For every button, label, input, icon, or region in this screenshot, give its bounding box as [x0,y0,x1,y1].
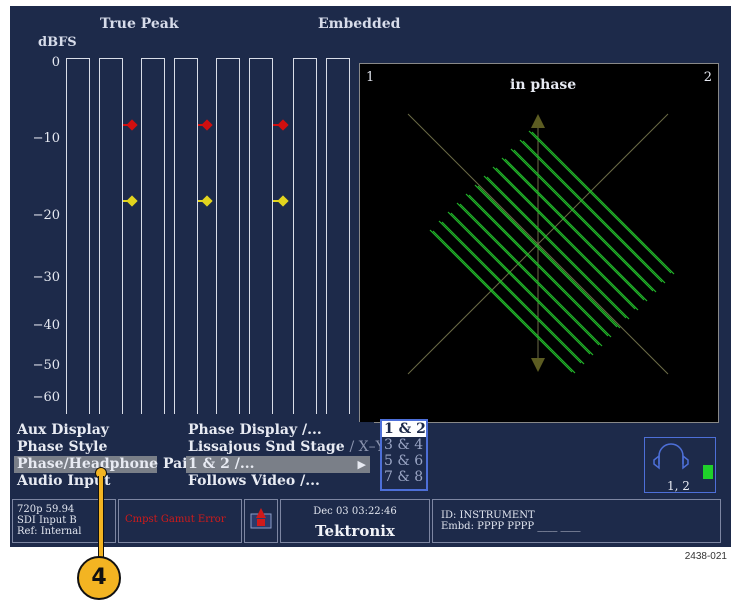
status-datetime: Dec 03 03:22:46 [313,506,397,517]
pair-option-1-2[interactable]: 1 & 2 [382,421,426,437]
lissajous-stroke [456,202,600,346]
menu-follows-video-value[interactable]: Follows Video /... [186,473,374,490]
lissajous-stroke [441,221,585,365]
menu-phase-headphone-pair[interactable]: Phase/Headphone Pair [14,456,195,473]
axis-arrow-down [531,358,545,372]
headphone-pair-label: 1, 2 [667,479,690,493]
pair-option-3-4[interactable]: 3 & 4 [382,437,426,453]
lissajous-stroke [459,203,603,347]
lissajous-stroke [429,229,573,373]
menu-audio-input[interactable]: Audio Input [14,473,174,490]
lissajous-stroke [483,175,627,319]
axis-arrow-up [531,114,545,128]
lissajous-stroke [495,167,639,311]
lissajous-stroke [528,130,672,274]
menu-column-1: Aux Display Phase Style Phase/Headphone … [14,422,195,490]
callout-leader-line [98,476,104,558]
lissajous-stroke [531,131,675,275]
lissajous-stroke [447,211,591,355]
headphone-indicator: 1, 2 [644,437,716,493]
meter-bar-3 [141,58,165,414]
menu-phase-display-value[interactable]: Phase Display /... [186,422,374,439]
lissajous-stroke [438,220,582,364]
lissajous-stroke [465,193,609,337]
menu-aux-display[interactable]: Aux Display [14,422,174,439]
menu-lissajous-label: Lissajous Snd Stage [188,439,345,455]
y-tick-40: −40 [32,318,60,333]
callout-badge: 4 [77,556,121,600]
lissajous-stroke [519,139,663,283]
lissajous-stroke [510,148,654,292]
y-tick-60: −60 [32,390,60,405]
lissajous-stroke [522,140,666,284]
y-tick-50: −50 [32,358,60,373]
lissajous-stroke [513,149,657,293]
embedded-header: Embedded [318,16,401,32]
y-tick-20: −20 [32,208,60,223]
status-error-panel: Cmpst Gamut Error [118,499,242,543]
pair-select-list: 1 & 2 3 & 4 5 & 6 7 & 8 [380,419,428,491]
meter-bar-7 [293,58,317,414]
lissajous-stroke [432,230,576,374]
lissajous-stroke [468,194,612,338]
menu-phase-style[interactable]: Phase Style [14,439,174,456]
pair-option-7-8[interactable]: 7 & 8 [382,469,426,485]
lissajous-stroke [486,176,630,320]
true-peak-header: True Peak [100,16,179,32]
y-tick-10: −10 [32,131,60,146]
submenu-arrow-icon: ▶ [357,458,366,471]
tektronix-logo: Tektronix [315,522,395,540]
menu-column-2: Phase Display /... Lissajous Snd Stage /… [186,422,385,490]
figure-code: 2438-021 [684,551,727,562]
status-id-panel: ID: INSTRUMENT Embd: PPPP PPPP ____ ____ [432,499,721,543]
menu-lissajous-value[interactable]: Lissajous Snd Stage / X–Y [186,439,385,456]
status-clock-panel: Dec 03 03:22:46 Tektronix [280,499,430,543]
status-instrument-id: ID: INSTRUMENT [441,510,535,521]
meter-bar-6 [249,58,273,414]
status-alarm-panel [244,499,278,543]
y-tick-0: 0 [51,55,60,70]
headphone-icon [653,443,689,470]
lissajous-stroke [504,158,648,302]
menu-pair-value[interactable]: 1 & 2 /... ▶ [186,456,370,473]
lissajous-stroke [477,185,621,329]
lissajous-stroke [450,212,594,356]
lissajous-stroke [492,166,636,310]
status-error-text: Cmpst Gamut Error [125,514,226,525]
alarm-icon [250,508,272,529]
meter-bar-1 [66,58,90,414]
meter-bar-4 [174,58,198,414]
lissajous-trace [429,130,675,374]
pair-option-5-6[interactable]: 5 & 6 [382,453,426,469]
meter-bar-8 [326,58,350,414]
meter-bar-5 [216,58,240,414]
meter-bar-2 [99,58,123,414]
status-embedded-audio: Embd: PPPP PPPP ____ ____ [441,521,581,532]
menu-pair-value-label: 1 & 2 /... [188,456,255,472]
lissajous-stroke [474,184,618,328]
lissajous-plot [407,113,675,375]
lissajous-phase-display: 1 2 in phase [359,63,719,423]
headphone-level-bar [703,465,713,479]
dbfs-unit-label: dBFS [38,35,77,50]
y-tick-30: −30 [32,270,60,285]
